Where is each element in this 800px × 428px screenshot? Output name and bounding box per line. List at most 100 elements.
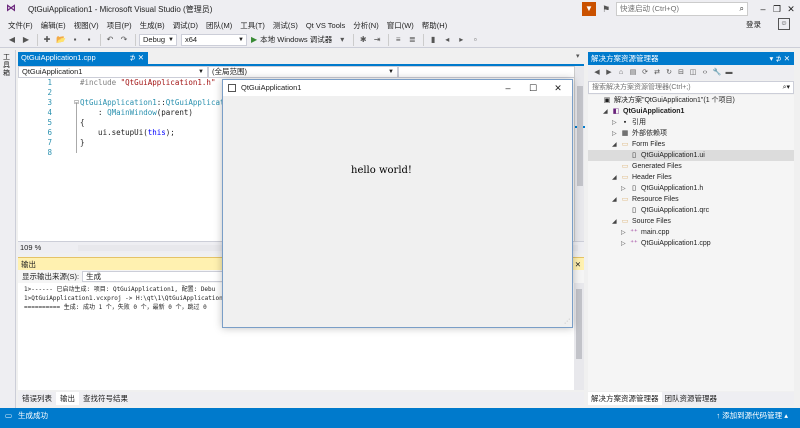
next-bookmark-icon[interactable]: ▸ <box>455 34 467 46</box>
output-vertical-scrollbar[interactable] <box>574 283 584 390</box>
uncomment-icon[interactable]: ≣ <box>406 34 418 46</box>
tree-item[interactable]: ▷ ▦ 外部依赖项 <box>588 128 794 139</box>
tab-team-explorer[interactable]: 团队资源管理器 <box>662 392 721 405</box>
chevron-down-icon[interactable]: ▾ <box>336 34 348 46</box>
back-icon[interactable]: ◀ <box>592 68 602 78</box>
home-icon[interactable]: ⌂ <box>616 68 626 78</box>
open-file-icon[interactable]: 📂 <box>55 34 67 46</box>
tab-qtguiapplication1-cpp[interactable]: QtGuiApplication1.cpp ⊅ ✕ <box>18 52 148 64</box>
tree-item[interactable]: ▷ ▯ QtGuiApplication1.h <box>588 183 794 194</box>
new-project-icon[interactable]: ✚ <box>41 34 53 46</box>
menu-help[interactable]: 帮助(H) <box>418 20 451 31</box>
tab-solution-explorer[interactable]: 解决方案资源管理器 <box>588 392 662 405</box>
sync-icon[interactable]: ⇄ <box>652 68 662 78</box>
tree-item[interactable]: ▷ ▪ 引用 <box>588 117 794 128</box>
undo-icon[interactable]: ↶ <box>104 34 116 46</box>
qt-app-window[interactable]: QtGuiApplication1 – ☐ ✕ hello world! ⋰ <box>222 79 573 328</box>
maximize-icon[interactable]: ☐ <box>521 80 545 96</box>
save-all-icon[interactable]: ▪ <box>83 34 95 46</box>
menu-view[interactable]: 视图(V) <box>70 20 103 31</box>
add-to-source-control-button[interactable]: ↑ 添加到源代码管理 ▴ <box>716 408 788 424</box>
menu-build[interactable]: 生成(B) <box>136 20 169 31</box>
menu-file[interactable]: 文件(F) <box>4 20 37 31</box>
show-all-files-icon[interactable]: ◫ <box>688 68 698 78</box>
bookmark-icon[interactable]: ▮ <box>427 34 439 46</box>
expand-arrow-icon[interactable]: ▷ <box>621 239 629 250</box>
menu-window[interactable]: 窗口(W) <box>383 20 418 31</box>
forward-icon[interactable]: ▶ <box>20 34 32 46</box>
feedback-flag-icon[interactable]: ⚑ <box>602 2 614 16</box>
tree-item[interactable]: ◢ ◧ QtGuiApplication1 <box>588 106 794 117</box>
user-icon[interactable]: ☺ <box>778 18 790 30</box>
forward-icon[interactable]: ▶ <box>604 68 614 78</box>
toolbox-strip[interactable]: 工具箱 <box>0 50 16 408</box>
zoom-select[interactable]: 109 % <box>20 243 41 252</box>
properties-icon[interactable]: 🔧 <box>712 68 722 78</box>
tab-output[interactable]: 输出 <box>56 392 79 405</box>
output-source-select[interactable]: 生成 <box>82 271 233 282</box>
tree-item[interactable]: ▯ QtGuiApplication1.qrc <box>588 205 794 216</box>
redo-icon[interactable]: ↷ <box>118 34 130 46</box>
run-icon[interactable]: ▶ <box>251 35 257 44</box>
close-icon[interactable]: ✕ <box>784 2 798 16</box>
view-code-icon[interactable]: ‹› <box>700 68 710 78</box>
refresh-icon[interactable]: ↻ <box>664 68 674 78</box>
filter-icon[interactable]: ▼ <box>582 2 596 16</box>
member-nav-select[interactable]: ▼ <box>398 66 584 78</box>
solution-explorer-search-input[interactable]: 搜索解决方案资源管理器(Ctrl+;) ⌕▾ <box>588 81 794 94</box>
tab-dropdown-icon[interactable]: ▾ <box>576 52 580 60</box>
line-number: 4 <box>47 108 52 117</box>
tree-item[interactable]: ▷ ⁺⁺ QtGuiApplication1.cpp <box>588 238 794 249</box>
toolbox-label[interactable]: 工具箱 <box>3 54 13 78</box>
clear-bookmarks-icon[interactable]: ▫ <box>469 34 481 46</box>
prev-bookmark-icon[interactable]: ◂ <box>441 34 453 46</box>
attach-icon[interactable]: ✱ <box>357 34 369 46</box>
tree-item[interactable]: ◢ ▭ Source Files <box>588 216 794 227</box>
tree-item[interactable]: ◢ ▭ Form Files <box>588 139 794 150</box>
back-icon[interactable]: ◀ <box>6 34 18 46</box>
resize-grip-icon[interactable]: ⋰ <box>564 318 570 325</box>
tree-item[interactable]: ▭ Generated Files <box>588 161 794 172</box>
scope-nav-select[interactable]: (全局范围) ▼ <box>208 66 398 78</box>
menu-edit[interactable]: 编辑(E) <box>37 20 70 31</box>
menu-team[interactable]: 团队(M) <box>202 20 236 31</box>
pending-changes-icon[interactable]: ⟳ <box>640 68 650 78</box>
platform-select[interactable]: x64 ▼ <box>181 33 247 46</box>
preview-icon[interactable]: ▬ <box>724 68 734 78</box>
pin-close-icon[interactable]: ⊅ ✕ <box>129 52 144 64</box>
collapse-icon[interactable]: ⊟ <box>74 99 79 106</box>
configuration-select[interactable]: Debug ▼ <box>139 33 177 46</box>
scrollbar-thumb[interactable] <box>576 289 582 359</box>
tree-item[interactable]: ◢ ▭ Resource Files <box>588 194 794 205</box>
menu-debug[interactable]: 调试(D) <box>169 20 202 31</box>
pane-controls[interactable]: ▾ ⊅ ✕ <box>769 52 790 65</box>
minimize-icon[interactable]: – <box>756 2 770 16</box>
tree-item[interactable]: ▷ ⁺⁺ main.cpp <box>588 227 794 238</box>
menu-qt-vs-tools[interactable]: Qt VS Tools <box>302 21 349 30</box>
comment-icon[interactable]: ≡ <box>392 34 404 46</box>
tree-item[interactable]: ▯ QtGuiApplication1.ui <box>588 150 794 161</box>
start-debugger-button[interactable]: 本地 Windows 调试器 <box>260 34 332 45</box>
menu-analyze[interactable]: 分析(N) <box>349 20 382 31</box>
menu-test[interactable]: 测试(S) <box>269 20 302 31</box>
tree-item[interactable]: ◢ ▭ Header Files <box>588 172 794 183</box>
qt-app-title-bar[interactable]: QtGuiApplication1 – ☐ ✕ <box>223 80 572 96</box>
tab-find-symbol-results[interactable]: 查找符号结果 <box>79 392 132 405</box>
switch-views-icon[interactable]: ▤ <box>628 68 638 78</box>
restore-icon[interactable]: ❐ <box>770 2 784 16</box>
tree-item-label: 引用 <box>632 119 646 126</box>
menu-project[interactable]: 项目(P) <box>103 20 136 31</box>
tab-error-list[interactable]: 错误列表 <box>18 392 56 405</box>
scrollbar-thumb[interactable] <box>577 86 583 186</box>
project-nav-select[interactable]: QtGuiApplication1 ▼ <box>18 66 208 78</box>
minimize-icon[interactable]: – <box>496 80 520 96</box>
save-icon[interactable]: ▪ <box>69 34 81 46</box>
editor-vertical-scrollbar[interactable] <box>574 66 585 241</box>
tree-item[interactable]: ▣ 解决方案"QtGuiApplication1"(1 个项目) <box>588 95 794 106</box>
quick-launch-input[interactable]: 快速启动 (Ctrl+Q) ⌕ <box>616 2 748 16</box>
close-icon[interactable]: ✕ <box>546 80 570 96</box>
login-link[interactable]: 登录 <box>746 19 761 30</box>
collapse-all-icon[interactable]: ⊟ <box>676 68 686 78</box>
menu-tools[interactable]: 工具(T) <box>236 20 269 31</box>
step-icon[interactable]: ⇥ <box>371 34 383 46</box>
